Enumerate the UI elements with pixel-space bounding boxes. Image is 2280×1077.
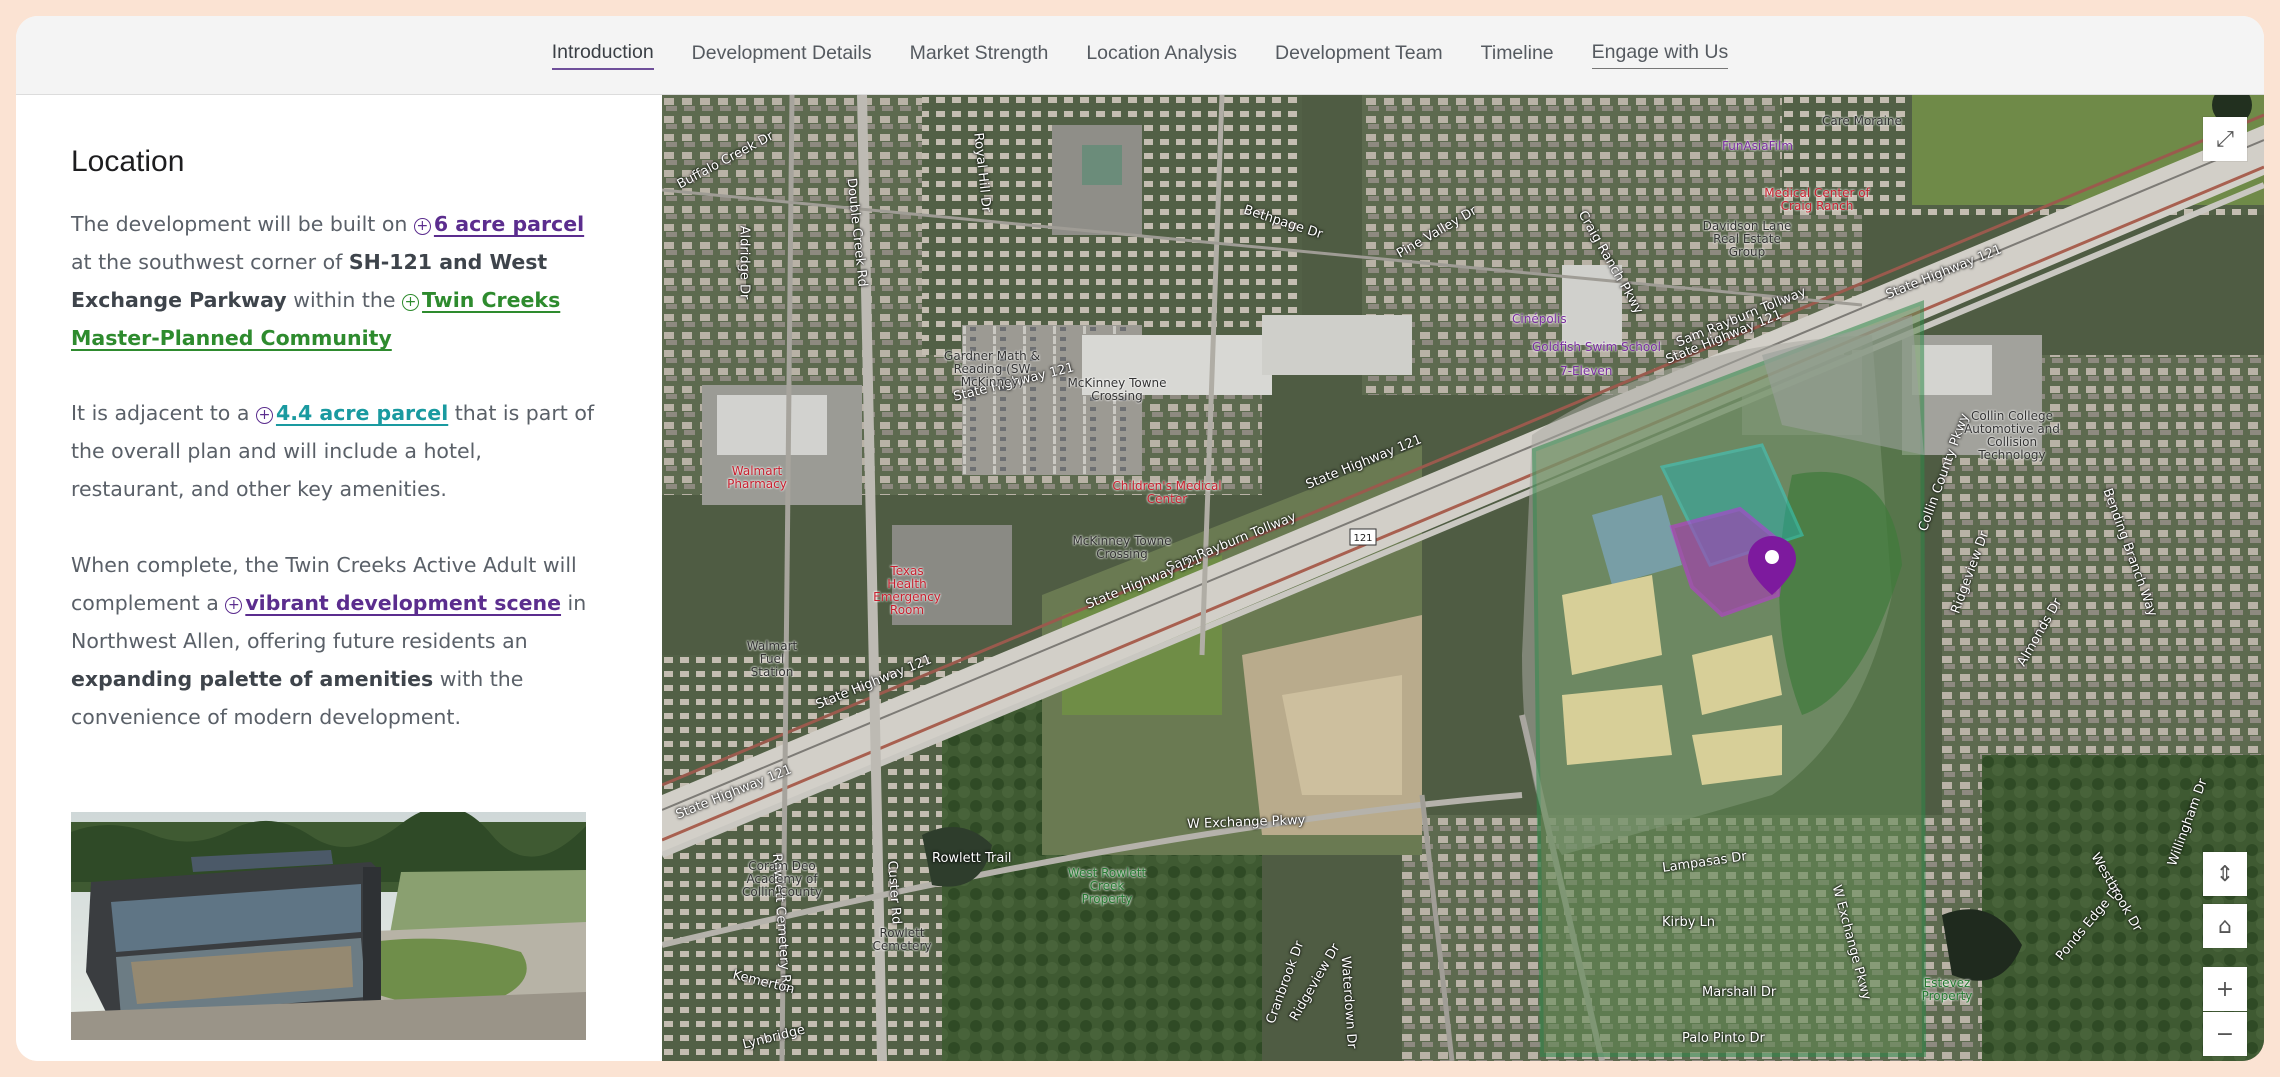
compass-button[interactable]: ⇕ <box>2203 852 2247 896</box>
add-circle-icon: + <box>225 597 243 614</box>
poi-label: Medical Center of Craig Ranch <box>1764 186 1870 213</box>
add-circle-icon: + <box>402 294 420 311</box>
p1-text-2: at the southwest corner of <box>71 250 349 274</box>
expand-icon: ⤢ <box>2216 126 2234 152</box>
nav-timeline[interactable]: Timeline <box>1481 42 1554 69</box>
road-label: Rowlett Trail <box>932 851 1012 866</box>
poi-label: Goldfish Swim School <box>1532 340 1661 354</box>
poi-label: Texas Health Emergency Room <box>873 564 941 617</box>
poi-label: Collin College Automotive and Collision … <box>1964 409 2060 462</box>
location-paragraph-3: When complete, the Twin Creeks Active Ad… <box>71 546 601 736</box>
zoom-out-button[interactable]: − <box>2203 1012 2247 1056</box>
poi-label: Walmart Pharmacy <box>727 464 787 491</box>
highway-shield-label: 121 <box>1353 533 1372 544</box>
location-paragraph-2: It is adjacent to a +4.4 acre parcel tha… <box>71 394 601 508</box>
minus-icon: − <box>2215 1021 2235 1047</box>
add-circle-icon: + <box>413 218 431 235</box>
poi-label: Cinépolis <box>1512 312 1567 326</box>
road-label: Palo Pinto Dr <box>1682 1031 1765 1046</box>
road-label: Marshall Dr <box>1702 985 1777 1000</box>
zoom-in-button[interactable]: + <box>2203 967 2247 1011</box>
vibrant-development-link[interactable]: + vibrant development scene <box>225 591 561 615</box>
fullscreen-button[interactable]: ⤢ <box>2203 117 2247 161</box>
app-frame: Introduction Development Details Market … <box>16 16 2264 1061</box>
poi-label: Children's Medical Center <box>1112 479 1222 506</box>
six-acre-parcel-link[interactable]: +6 acre parcel <box>413 212 585 236</box>
rendering-illustration <box>71 812 586 1040</box>
poi-label: Rowlett Cemetery <box>872 926 932 953</box>
poi-label: Estevez Property <box>1921 976 1973 1003</box>
poi-label: FunAsiaFilm <box>1722 139 1793 153</box>
top-navigation: Introduction Development Details Market … <box>16 16 2264 95</box>
location-paragraph-1: The development will be built on +6 acre… <box>71 205 601 357</box>
location-panel: Location The development will be built o… <box>16 95 662 1061</box>
home-button[interactable]: ⌂ <box>2203 904 2247 948</box>
plus-icon: + <box>2215 976 2235 1002</box>
nav-engage-with-us[interactable]: Engage with Us <box>1591 41 1729 69</box>
add-circle-icon: + <box>255 407 273 424</box>
poi-label: Davidson Lane Real Estate Group <box>1702 219 1792 259</box>
compass-icon: ⇕ <box>2215 861 2235 887</box>
poi-label: McKinney Towne Crossing <box>1072 534 1172 561</box>
poi-label: Walmart Fuel Station <box>746 639 798 679</box>
four-acre-parcel-label: 4.4 acre parcel <box>275 401 449 425</box>
nav-development-team[interactable]: Development Team <box>1275 42 1443 69</box>
nav-location-analysis[interactable]: Location Analysis <box>1086 42 1237 69</box>
p2-text-1: It is adjacent to a <box>71 401 256 425</box>
poi-label: West Rowlett Creek Property <box>1067 866 1147 906</box>
poi-label: McKinney Towne Crossing <box>1067 376 1167 403</box>
p1-text-3: within the <box>286 288 403 312</box>
home-icon: ⌂ <box>2218 913 2232 939</box>
poi-label: 7-Eleven <box>1560 364 1613 378</box>
road-label: Kirby Ln <box>1662 915 1716 930</box>
four-acre-parcel-link[interactable]: +4.4 acre parcel <box>255 401 449 425</box>
six-acre-parcel-label: 6 acre parcel <box>433 212 585 236</box>
road-label: Aldridge Dr <box>736 225 752 300</box>
satellite-map[interactable]: 121 Buffalo Creek Dr Aldridge Dr Double … <box>662 95 2264 1061</box>
poi-label: Gardner Math & Reading (SW McKinney) <box>944 349 1040 389</box>
vibrant-development-label: vibrant development scene <box>245 591 562 615</box>
p3-bold-amenities: expanding palette of amenities <box>71 667 434 691</box>
poi-label: Coram Deo Academy of Collin County <box>742 859 822 899</box>
nav-introduction[interactable]: Introduction <box>551 41 654 70</box>
p1-text-1: The development will be built on <box>71 212 414 236</box>
nav-development-details[interactable]: Development Details <box>692 42 872 69</box>
nav-market-strength[interactable]: Market Strength <box>910 42 1049 69</box>
poi-label: Care Moraine <box>1822 114 1902 128</box>
location-heading: Location <box>71 145 185 178</box>
building-rendering-image <box>71 812 586 1040</box>
